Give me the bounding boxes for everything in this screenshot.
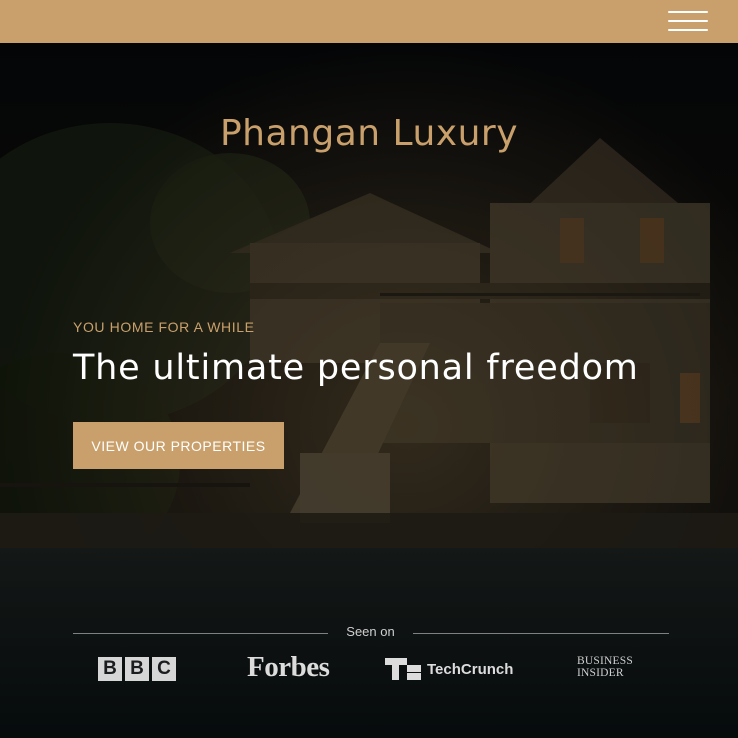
business-insider-line2: INSIDER	[577, 667, 624, 679]
seen-on-label: Seen on	[346, 624, 395, 639]
hero-tagline: YOU HOME FOR A WHILE	[73, 319, 255, 335]
techcrunch-wordmark: TechCrunch	[427, 660, 514, 678]
forbes-logo: Forbes	[247, 651, 330, 683]
hero-headline: The ultimate personal freedom	[73, 348, 639, 388]
top-bar	[0, 0, 738, 43]
divider-right	[413, 633, 669, 634]
techcrunch-logo: TechCrunch	[385, 658, 513, 680]
bbc-letter: C	[152, 657, 176, 681]
bbc-logo: B B C	[98, 657, 176, 681]
techcrunch-mark-icon	[385, 658, 421, 680]
menu-line	[668, 20, 708, 22]
hero-section: Phangan Luxury YOU HOME FOR A WHILE The …	[0, 43, 738, 738]
menu-line	[668, 11, 708, 13]
menu-line	[668, 29, 708, 31]
business-insider-logo: BUSINESS INSIDER	[577, 655, 637, 679]
hamburger-menu-icon[interactable]	[668, 11, 708, 32]
view-properties-button[interactable]: VIEW OUR PROPERTIES	[73, 422, 284, 469]
brand-title: Phangan Luxury	[219, 113, 519, 154]
bbc-letter: B	[98, 657, 122, 681]
divider-left	[73, 633, 328, 634]
bbc-letter: B	[125, 657, 149, 681]
business-insider-line1: BUSINESS	[577, 655, 633, 667]
